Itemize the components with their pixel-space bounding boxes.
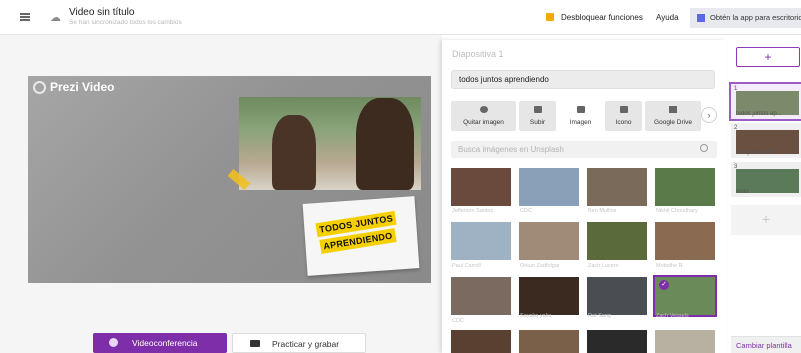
image-thumb[interactable] <box>451 222 511 260</box>
photo-subject-right <box>356 98 414 190</box>
slide-thumb[interactable]: 1 todos juntos ap... <box>729 82 801 121</box>
image-credit[interactable]: Rat Sang <box>588 313 611 319</box>
image-icon <box>576 106 585 113</box>
unsplash-search-input[interactable]: Busca imágenes en Unsplash <box>451 141 717 158</box>
image-thumb-selected[interactable]: ✓ <box>653 275 717 317</box>
slide-thumb[interactable]: 3 exito <box>731 162 801 197</box>
tool-label: Icono <box>615 119 632 126</box>
tool-label: Google Drive <box>654 119 692 126</box>
remove-image-button[interactable]: Quitar imagen <box>451 101 516 131</box>
image-thumb[interactable] <box>519 168 579 206</box>
icon-tab[interactable]: Icono <box>605 101 642 131</box>
image-thumb[interactable] <box>519 277 579 315</box>
image-credit[interactable]: Sayaka yaku <box>520 313 552 319</box>
video-title[interactable]: Video sin título <box>69 7 134 18</box>
menu-icon[interactable] <box>20 13 30 21</box>
image-credit[interactable]: Orkun Zadfolgar <box>520 263 560 269</box>
slide-header: Diapositiva 1 <box>452 49 504 59</box>
camera-icon <box>250 340 260 347</box>
videoconference-icon <box>109 338 118 347</box>
brand-label: Prezi Video <box>50 80 115 94</box>
tool-label: Quitar imagen <box>463 119 504 126</box>
prezi-logo-icon <box>33 81 46 94</box>
videoconference-button[interactable]: Videoconferencia <box>93 333 227 353</box>
search-placeholder: Busca imágenes en Unsplash <box>458 145 564 154</box>
slide-title: todos juntos ap... <box>736 111 782 117</box>
image-thumb[interactable] <box>451 168 511 206</box>
chevron-right-icon[interactable]: › <box>701 107 717 123</box>
google-drive-button[interactable]: Google Drive <box>645 101 701 131</box>
upload-icon <box>533 106 542 113</box>
image-credit[interactable]: Nikhil Choudhary <box>656 208 698 214</box>
image-thumb[interactable] <box>519 222 579 260</box>
sync-status: Se han sincronizado todos los cambios <box>69 19 182 26</box>
slide-thumb[interactable]: 2 compartiendo <box>731 123 801 158</box>
upload-button[interactable]: Subir <box>519 101 556 131</box>
add-button[interactable]: + <box>736 47 800 67</box>
image-thumb[interactable] <box>587 277 647 315</box>
slide-title: compartiendo <box>736 150 773 156</box>
image-credit[interactable]: Zach Lucero <box>588 263 619 269</box>
photo-subject-left <box>272 115 316 190</box>
drive-icon <box>669 106 677 113</box>
image-thumb[interactable] <box>655 330 715 353</box>
flag-icon <box>619 106 628 113</box>
windows-icon <box>697 14 705 22</box>
change-template-label: Cambiar plantilla <box>736 341 792 350</box>
image-thumb[interactable] <box>655 222 715 260</box>
image-thumb[interactable] <box>451 277 511 315</box>
tool-label: Subir <box>529 119 546 126</box>
tool-label: Imagen <box>569 119 592 126</box>
plus-icon: + <box>764 50 772 64</box>
image-thumb[interactable] <box>519 330 579 353</box>
change-template-button[interactable]: Cambiar plantilla <box>731 336 801 353</box>
cloud-sync-icon: ☁ <box>50 12 61 24</box>
get-app-label: Obtén la app para escritorio <box>710 13 801 22</box>
search-icon[interactable] <box>700 144 708 152</box>
practice-label: Practicar y grabar <box>272 339 340 349</box>
image-credit[interactable]: Paul Carroll <box>452 263 481 269</box>
image-credit[interactable]: Jefferson Santos <box>452 208 493 214</box>
image-credit[interactable]: CDC <box>520 208 532 214</box>
add-slide-button[interactable]: + <box>731 205 801 235</box>
remove-icon <box>479 106 488 113</box>
checkmark-icon: ✓ <box>659 280 669 290</box>
practice-record-button[interactable]: Practicar y grabar <box>232 333 366 353</box>
videoconference-label: Videoconferencia <box>132 338 198 348</box>
help-button[interactable]: Ayuda <box>656 13 679 22</box>
slide-text-value: todos juntos aprendiendo <box>459 75 549 84</box>
unlock-features-button[interactable]: Desbloquear funciones <box>561 13 643 22</box>
image-thumb[interactable] <box>451 330 511 353</box>
image-thumb[interactable] <box>587 330 647 353</box>
lock-icon <box>546 13 554 21</box>
get-desktop-app-button[interactable]: Obtén la app para escritorio <box>690 8 801 28</box>
image-credit[interactable]: CDC <box>452 318 464 324</box>
image-credit[interactable]: Ben Mullins <box>588 208 616 214</box>
slide-text-input[interactable]: todos juntos aprendiendo <box>451 70 715 89</box>
image-credit[interactable]: Zach Vessels <box>656 313 689 319</box>
image-thumb[interactable] <box>587 222 647 260</box>
plus-icon: + <box>761 211 771 227</box>
image-thumb[interactable] <box>655 168 715 206</box>
image-thumb[interactable] <box>587 168 647 206</box>
image-tab[interactable]: Imagen <box>559 101 602 131</box>
slide-title: exito <box>736 189 749 195</box>
image-credit[interactable]: Mobolhe R. <box>656 263 684 269</box>
